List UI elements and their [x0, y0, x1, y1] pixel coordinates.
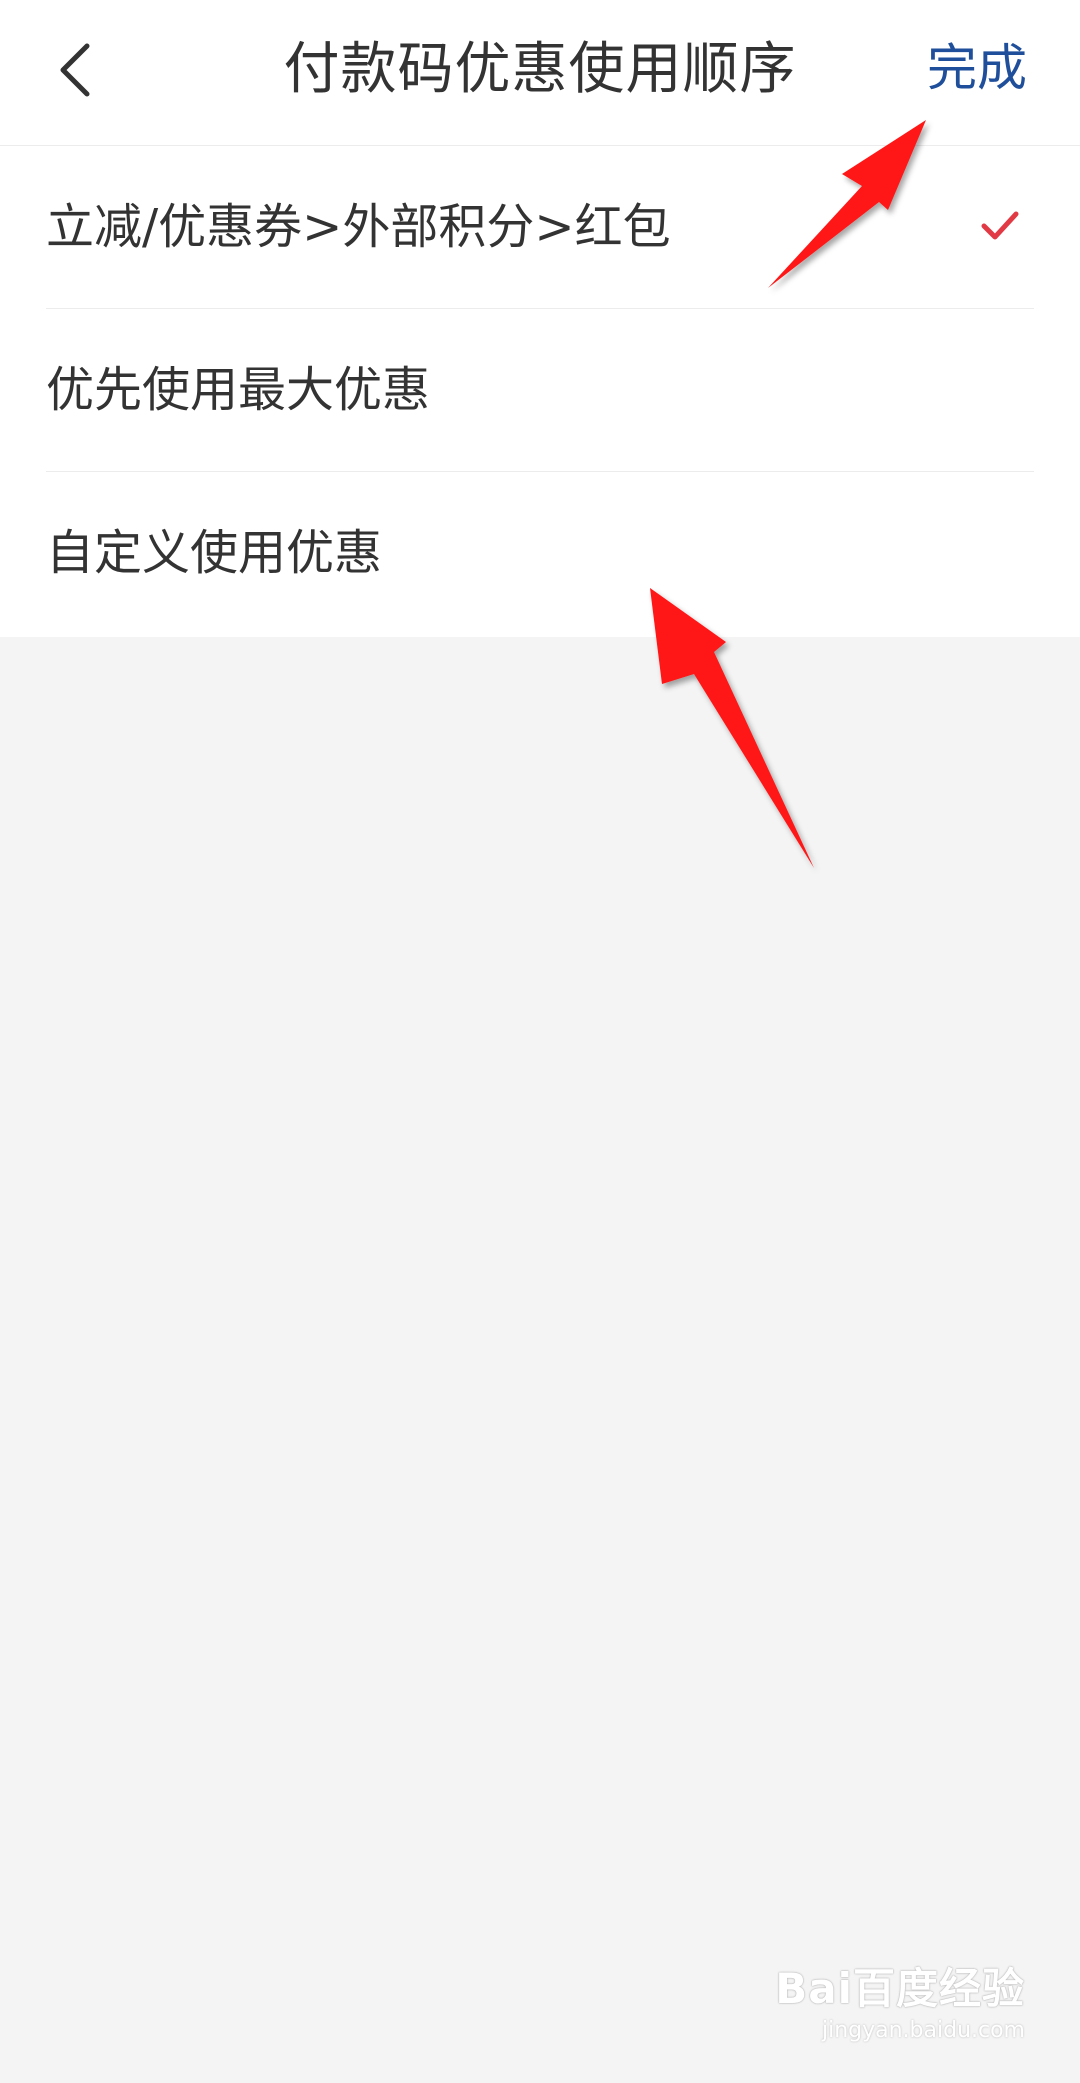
- checkmark-icon: [981, 211, 1019, 240]
- watermark-url: jingyan.baidu.com: [821, 2018, 1025, 2043]
- discount-order-options: 立减/优惠券>外部积分>红包 优先使用最大优惠 自定义使用优惠: [0, 146, 1080, 637]
- watermark-logo: Bai百度经验: [775, 1964, 1025, 2013]
- done-button[interactable]: 完成: [927, 0, 1027, 136]
- chevron-left-icon: [60, 43, 90, 97]
- back-button[interactable]: [30, 30, 120, 110]
- header-bar: 付款码优惠使用顺序 完成: [0, 0, 1080, 146]
- page-title: 付款码优惠使用顺序: [283, 37, 797, 102]
- option-label: 自定义使用优惠: [46, 525, 383, 581]
- option-max-discount-first[interactable]: 优先使用最大优惠: [46, 309, 1034, 472]
- watermark: Bai百度经验 jingyan.baidu.com: [765, 1955, 1025, 2055]
- option-label: 优先使用最大优惠: [46, 362, 431, 418]
- option-instant-discount-order[interactable]: 立减/优惠券>外部积分>红包: [46, 146, 1034, 309]
- option-custom-discount[interactable]: 自定义使用优惠: [46, 472, 1034, 637]
- option-label: 立减/优惠券>外部积分>红包: [46, 199, 671, 255]
